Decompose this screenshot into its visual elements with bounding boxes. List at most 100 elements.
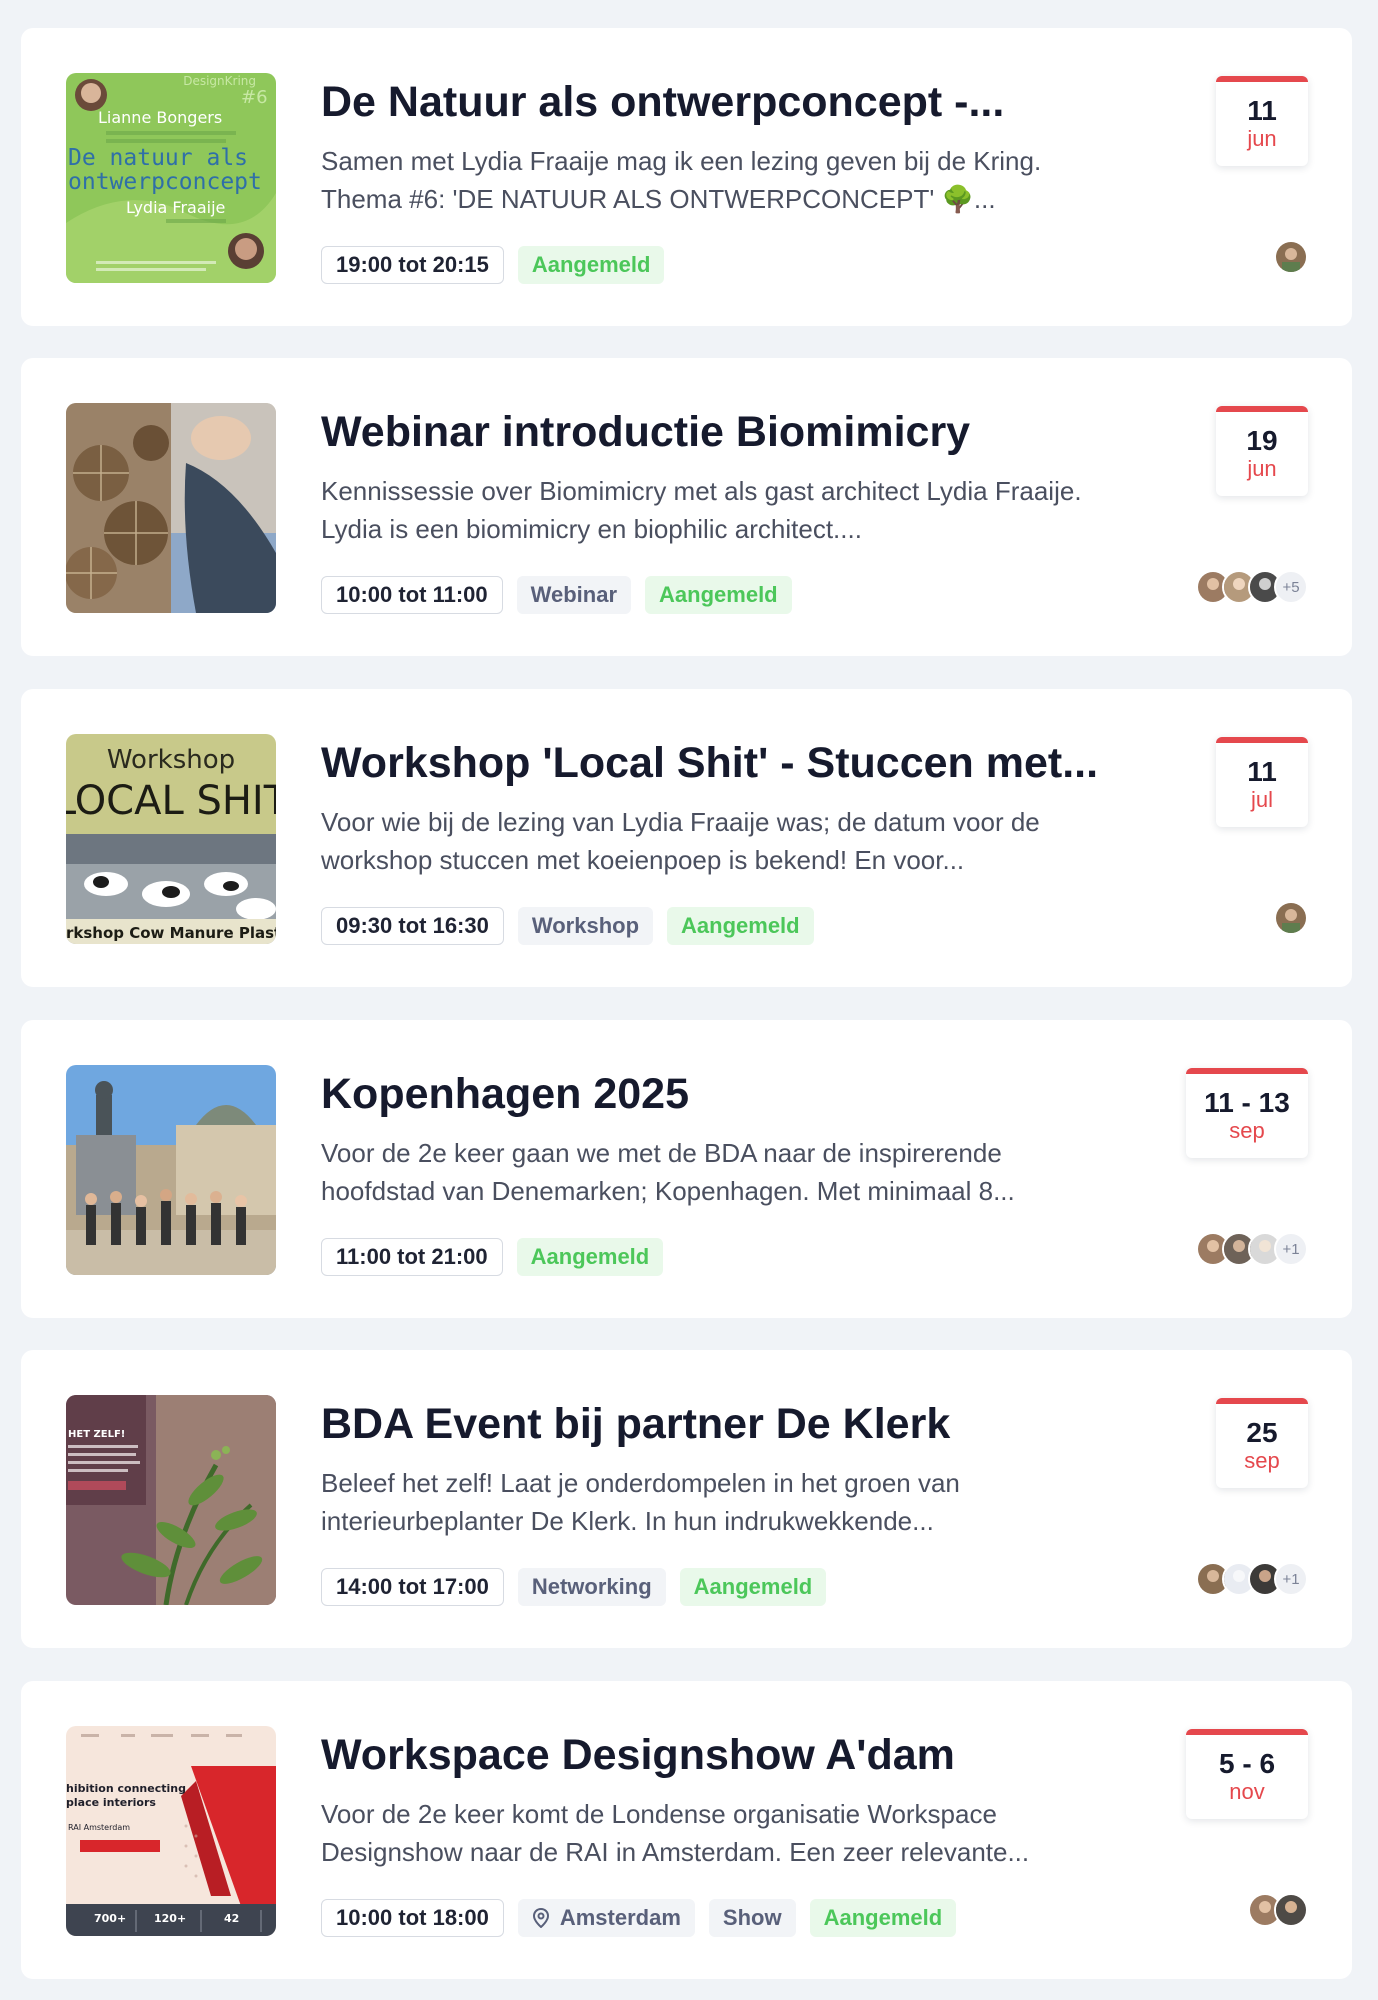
event-description: Beleef het zelf! Laat je onderdompelen i…	[321, 1468, 960, 1536]
date-day: 11	[1247, 756, 1277, 787]
event-location: Amsterdam	[517, 1899, 695, 1937]
svg-text:Workshop: Workshop	[107, 745, 235, 775]
date-day: 11 - 13	[1204, 1087, 1290, 1118]
event-time: 14:00 tot 17:00	[321, 1568, 504, 1606]
date-badge: 11 - 13 sep	[1186, 1068, 1308, 1158]
date-day: 5 - 6	[1218, 1748, 1276, 1779]
status-badge: Aangemeld	[645, 576, 792, 614]
attendee-avatars[interactable]: +1	[1196, 1562, 1308, 1596]
event-time: 10:00 tot 11:00	[321, 576, 503, 614]
svg-text:RAI Amsterdam: RAI Amsterdam	[68, 1823, 130, 1832]
svg-text:rkshop Cow Manure Plaste: rkshop Cow Manure Plaste	[66, 924, 276, 942]
svg-text:Lianne Bongers: Lianne Bongers	[98, 108, 222, 127]
event-card[interactable]: Workshop LOCAL SHIT rkshop Cow Manure Pl…	[21, 689, 1352, 987]
date-badge: 19 jun	[1216, 406, 1308, 496]
attendee-avatars[interactable]: +5	[1196, 570, 1308, 604]
event-location-label: Amsterdam	[559, 1905, 681, 1930]
event-time: 10:00 tot 18:00	[321, 1899, 504, 1937]
status-badge: Aangemeld	[809, 1899, 957, 1937]
event-tags: 10:00 tot 11:00 Webinar Aangemeld	[321, 576, 792, 614]
event-title[interactable]: Workspace Designshow A'dam	[321, 1727, 1151, 1783]
more-attendees-count[interactable]: +1	[1274, 1232, 1308, 1266]
more-attendees-count[interactable]: +5	[1274, 570, 1308, 604]
event-time: 19:00 tot 20:15	[321, 246, 504, 284]
event-title[interactable]: Webinar introductie Biomimicry	[321, 404, 1151, 460]
event-tags: 10:00 tot 18:00 Amsterdam Show Aangemeld	[321, 1899, 957, 1937]
event-image-poster: DesignKring #6 Lianne Bongers De natuur …	[66, 73, 276, 283]
event-card[interactable]: Webinar introductie Biomimicry Kennisses…	[21, 358, 1352, 656]
date-month: jun	[1247, 456, 1277, 481]
event-card[interactable]: Kopenhagen 2025 Voor de 2e keer gaan we …	[21, 1020, 1352, 1318]
date-day: 11	[1247, 95, 1277, 126]
map-pin-icon	[532, 1908, 550, 1928]
svg-text:De natuur als: De natuur als	[68, 145, 248, 171]
svg-text:LOCAL SHIT: LOCAL SHIT	[66, 778, 276, 824]
event-category: Webinar	[516, 576, 632, 614]
event-thumbnail: Workshop LOCAL SHIT rkshop Cow Manure Pl…	[66, 734, 276, 944]
svg-text:HET ZELF!: HET ZELF!	[68, 1429, 125, 1440]
event-title[interactable]: De Natuur als ontwerpconcept -...	[321, 74, 1151, 130]
event-description: Kennissessie over Biomimicry met als gas…	[321, 476, 1082, 544]
event-thumbnail: DesignKring #6 Lianne Bongers De natuur …	[66, 73, 276, 283]
svg-text:42: 42	[224, 1912, 239, 1925]
event-category: Workshop	[517, 907, 654, 945]
svg-text:120+: 120+	[154, 1912, 186, 1925]
event-description: Voor de 2e keer komt de Londense organis…	[321, 1799, 1030, 1867]
status-badge: Aangemeld	[679, 1568, 827, 1606]
event-description: Voor de 2e keer gaan we met de BDA naar …	[321, 1138, 1015, 1206]
event-thumbnail: hibition connecting place interiors RAI …	[66, 1726, 276, 1936]
attendee-avatars[interactable]	[1248, 1893, 1308, 1927]
event-card[interactable]: HET ZELF! BDA Event bij partner De Klerk…	[21, 1350, 1352, 1648]
svg-text:700+: 700+	[94, 1912, 126, 1925]
event-title[interactable]: Workshop 'Local Shit' - Stuccen met...	[321, 735, 1151, 791]
status-badge: Aangemeld	[516, 1238, 664, 1276]
event-category: Show	[708, 1899, 796, 1937]
event-category: Networking	[517, 1568, 666, 1606]
svg-text:ontwerpconcept: ontwerpconcept	[68, 169, 262, 195]
event-description: Voor wie bij de lezing van Lydia Fraaije…	[321, 807, 1040, 875]
date-day: 25	[1246, 1417, 1278, 1448]
svg-text:#6: #6	[241, 87, 268, 108]
event-tags: 14:00 tot 17:00 Networking Aangemeld	[321, 1568, 827, 1606]
date-badge: 25 sep	[1216, 1398, 1308, 1488]
attendee-avatars[interactable]	[1274, 240, 1308, 274]
date-month: nov	[1229, 1779, 1265, 1804]
date-month: jul	[1250, 787, 1273, 812]
svg-text:place interiors: place interiors	[66, 1796, 156, 1809]
event-image-burdock	[66, 403, 276, 613]
event-tags: 11:00 tot 21:00 Aangemeld	[321, 1238, 664, 1276]
event-time: 09:30 tot 16:30	[321, 907, 504, 945]
event-list: DesignKring #6 Lianne Bongers De natuur …	[0, 0, 1378, 2000]
attendee-avatars[interactable]	[1274, 901, 1308, 935]
status-badge: Aangemeld	[667, 907, 814, 945]
date-badge: 5 - 6 nov	[1186, 1729, 1308, 1819]
date-day: 19	[1246, 425, 1278, 456]
event-card[interactable]: hibition connecting place interiors RAI …	[21, 1681, 1352, 1979]
event-title[interactable]: BDA Event bij partner De Klerk	[321, 1396, 1151, 1452]
event-tags: 09:30 tot 16:30 Workshop Aangemeld	[321, 907, 814, 945]
attendee-avatars[interactable]: +1	[1196, 1232, 1308, 1266]
event-image-workshop: Workshop LOCAL SHIT rkshop Cow Manure Pl…	[66, 734, 276, 944]
event-tags: 19:00 tot 20:15 Aangemeld	[321, 246, 665, 284]
svg-text:hibition connecting: hibition connecting	[66, 1782, 186, 1795]
event-image-expo: hibition connecting place interiors RAI …	[66, 1726, 276, 1936]
event-thumbnail	[66, 403, 276, 613]
status-badge: Aangemeld	[517, 246, 665, 284]
date-badge: 11 jul	[1216, 737, 1308, 827]
event-image-plant: HET ZELF!	[66, 1395, 276, 1605]
svg-text:DesignKring: DesignKring	[183, 74, 256, 88]
event-thumbnail: HET ZELF!	[66, 1395, 276, 1605]
date-month: jun	[1247, 126, 1277, 151]
date-badge: 11 jun	[1216, 76, 1308, 166]
avatar	[1274, 240, 1308, 274]
event-card[interactable]: DesignKring #6 Lianne Bongers De natuur …	[21, 28, 1352, 326]
avatar	[1274, 1893, 1308, 1927]
date-month: sep	[1229, 1118, 1265, 1143]
more-attendees-count[interactable]: +1	[1274, 1562, 1308, 1596]
event-title[interactable]: Kopenhagen 2025	[321, 1066, 1151, 1122]
avatar	[1274, 901, 1308, 935]
svg-text:Lydia Fraaije: Lydia Fraaije	[126, 198, 225, 217]
event-description: Samen met Lydia Fraaije mag ik een lezin…	[321, 146, 1042, 214]
event-thumbnail	[66, 1065, 276, 1275]
date-month: sep	[1244, 1448, 1280, 1473]
